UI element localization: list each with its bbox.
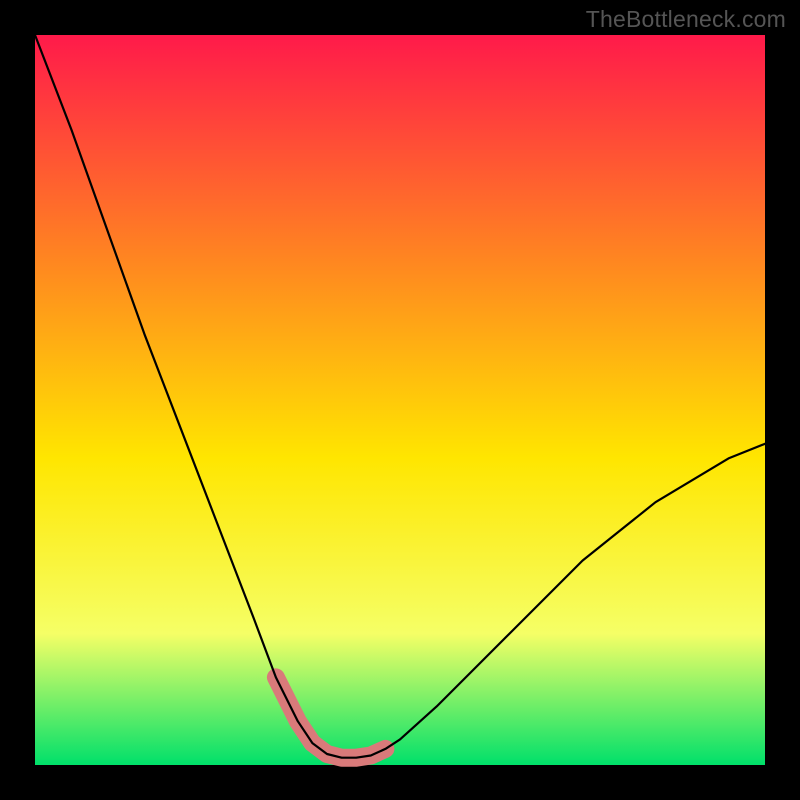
plot-background: [35, 35, 765, 765]
bottleneck-chart: [0, 0, 800, 800]
watermark-text: TheBottleneck.com: [586, 6, 786, 33]
chart-frame: TheBottleneck.com: [0, 0, 800, 800]
